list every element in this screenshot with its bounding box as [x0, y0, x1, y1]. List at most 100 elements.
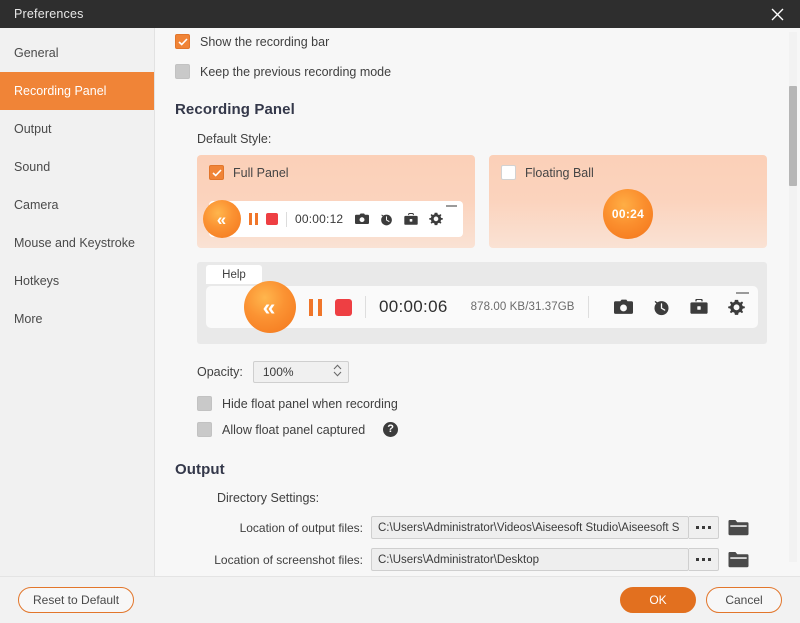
chevron-up-icon[interactable]: [333, 364, 342, 370]
chevron-down-icon[interactable]: [333, 371, 342, 377]
full-panel-checkbox[interactable]: [209, 165, 224, 180]
output-files-row: Location of output files: C:\Users\Admin…: [175, 516, 800, 539]
screenshot-files-input[interactable]: C:\Users\Administrator\Desktop: [371, 548, 689, 571]
opacity-stepper[interactable]: 100%: [252, 361, 349, 383]
gear-icon[interactable]: [429, 212, 444, 226]
divider: [286, 211, 287, 227]
collapse-button[interactable]: «: [203, 200, 241, 238]
sidebar-item-label: More: [14, 312, 43, 326]
clock-icon[interactable]: [380, 213, 393, 226]
style-cards: Full Panel « 00:00:12 Floating Ball 00:2…: [197, 155, 767, 248]
pause-icon[interactable]: [309, 298, 322, 316]
sidebar-item-mouse-and-keystroke[interactable]: Mouse and Keystroke: [0, 224, 154, 262]
camera-icon[interactable]: [613, 299, 633, 315]
close-icon: [771, 8, 783, 20]
output-heading: Output: [175, 461, 225, 478]
output-files-label: Location of output files:: [239, 520, 363, 535]
dialog-footer: Reset to Default OK Cancel: [0, 576, 800, 623]
sidebar-item-sound[interactable]: Sound: [0, 148, 154, 186]
stop-icon[interactable]: [335, 298, 352, 316]
pause-icon[interactable]: [249, 213, 258, 225]
stop-icon[interactable]: [266, 213, 278, 225]
gear-icon[interactable]: [727, 299, 745, 316]
floating-ball-label: Floating Ball: [525, 165, 594, 180]
minimize-icon[interactable]: [736, 292, 749, 294]
toolbox-icon[interactable]: [689, 299, 708, 315]
preview-collapse-button[interactable]: «: [244, 281, 296, 333]
window-title: Preferences: [14, 7, 84, 21]
title-bar: Preferences: [0, 0, 800, 28]
preview-icon-group: [613, 299, 745, 316]
divider: [365, 296, 366, 318]
screenshot-files-browse-button[interactable]: [689, 548, 719, 571]
floating-ball-timer: 00:24: [611, 207, 645, 221]
screenshot-files-folder-button[interactable]: [728, 551, 749, 568]
directory-settings-label: Directory Settings:: [217, 491, 320, 505]
settings-content: Show the recording bar Keep the previous…: [155, 28, 800, 576]
folder-icon: [728, 520, 749, 536]
keep-previous-mode-checkbox[interactable]: [175, 64, 190, 79]
keep-previous-mode-row[interactable]: Keep the previous recording mode: [175, 64, 800, 79]
sidebar-item-recording-panel[interactable]: Recording Panel: [0, 72, 154, 110]
sidebar-item-more[interactable]: More: [0, 300, 154, 338]
hide-float-panel-checkbox[interactable]: [197, 396, 212, 411]
sidebar-item-general[interactable]: General: [0, 34, 154, 72]
output-files-input[interactable]: C:\Users\Administrator\Videos\Aiseesoft …: [371, 516, 689, 539]
show-recording-bar-checkbox[interactable]: [175, 34, 190, 49]
hide-float-panel-label: Hide float panel when recording: [222, 396, 398, 411]
full-panel-card[interactable]: Full Panel « 00:00:12: [197, 155, 475, 248]
preferences-window: Preferences General Recording Panel Outp…: [0, 0, 800, 623]
help-icon[interactable]: ?: [383, 422, 399, 437]
check-icon: [177, 37, 188, 46]
opacity-row: Opacity: 100%: [197, 361, 800, 383]
folder-icon: [728, 552, 749, 568]
floating-ball-header[interactable]: Floating Ball: [501, 165, 755, 180]
recording-panel-heading: Recording Panel: [175, 101, 295, 118]
window-body: General Recording Panel Output Sound Cam…: [0, 28, 800, 576]
sidebar-item-hotkeys[interactable]: Hotkeys: [0, 262, 154, 300]
full-panel-mini-toolbar: « 00:00:12: [203, 200, 463, 238]
full-panel-label: Full Panel: [233, 165, 289, 180]
output-files-browse-button[interactable]: [689, 516, 719, 539]
reset-to-default-button[interactable]: Reset to Default: [18, 587, 135, 613]
show-recording-bar-row[interactable]: Show the recording bar: [175, 34, 800, 49]
sidebar-item-label: Sound: [14, 160, 51, 174]
sidebar-item-label: Recording Panel: [14, 84, 107, 98]
preview-toolbar: « 00:00:06 878.00 KB/31.37GB: [206, 281, 758, 333]
opacity-value: 100%: [262, 365, 294, 379]
allow-float-captured-checkbox[interactable]: [197, 422, 212, 437]
help-tab[interactable]: Help: [206, 265, 262, 284]
output-files-folder-button[interactable]: [728, 519, 749, 536]
floating-ball-card[interactable]: Floating Ball 00:24: [489, 155, 767, 248]
preview-size-info: 878.00 KB/31.37GB: [470, 301, 575, 313]
scrollbar-thumb[interactable]: [789, 86, 797, 186]
full-panel-header[interactable]: Full Panel: [209, 165, 463, 180]
opacity-label: Opacity:: [197, 365, 243, 379]
sidebar-item-output[interactable]: Output: [0, 110, 154, 148]
panel-preview: Help « 00:00:06 878.00 KB/31.37GB: [197, 262, 767, 344]
screenshot-files-row: Location of screenshot files: C:\Users\A…: [175, 548, 800, 571]
mini-timer: 00:00:12: [295, 212, 344, 226]
hide-float-panel-row[interactable]: Hide float panel when recording: [197, 396, 800, 411]
double-chevron-left-icon: «: [216, 209, 227, 229]
mini-toolbar-controls: 00:00:12: [249, 211, 444, 227]
sidebar-item-label: Hotkeys: [14, 274, 60, 288]
cancel-button[interactable]: Cancel: [706, 587, 782, 613]
sidebar-item-label: Mouse and Keystroke: [14, 236, 135, 250]
stepper-arrows[interactable]: [333, 364, 342, 377]
close-button[interactable]: [754, 0, 800, 28]
preview-toolbar-controls: 00:00:06 878.00 KB/31.37GB: [309, 296, 745, 318]
sidebar-item-label: Output: [14, 122, 52, 136]
ok-button[interactable]: OK: [620, 587, 696, 613]
floating-ball-preview[interactable]: 00:24: [603, 189, 653, 239]
sidebar-item-camera[interactable]: Camera: [0, 186, 154, 224]
floating-ball-checkbox[interactable]: [501, 165, 516, 180]
sidebar-item-label: General: [14, 46, 59, 60]
clock-icon[interactable]: [653, 299, 670, 316]
camera-icon[interactable]: [355, 213, 370, 225]
toolbox-icon[interactable]: [404, 212, 419, 226]
minimize-icon[interactable]: [446, 205, 457, 207]
allow-float-captured-row[interactable]: Allow float panel captured ?: [197, 422, 800, 437]
help-tab-label: Help: [222, 268, 246, 281]
sidebar-item-label: Camera: [14, 198, 59, 212]
